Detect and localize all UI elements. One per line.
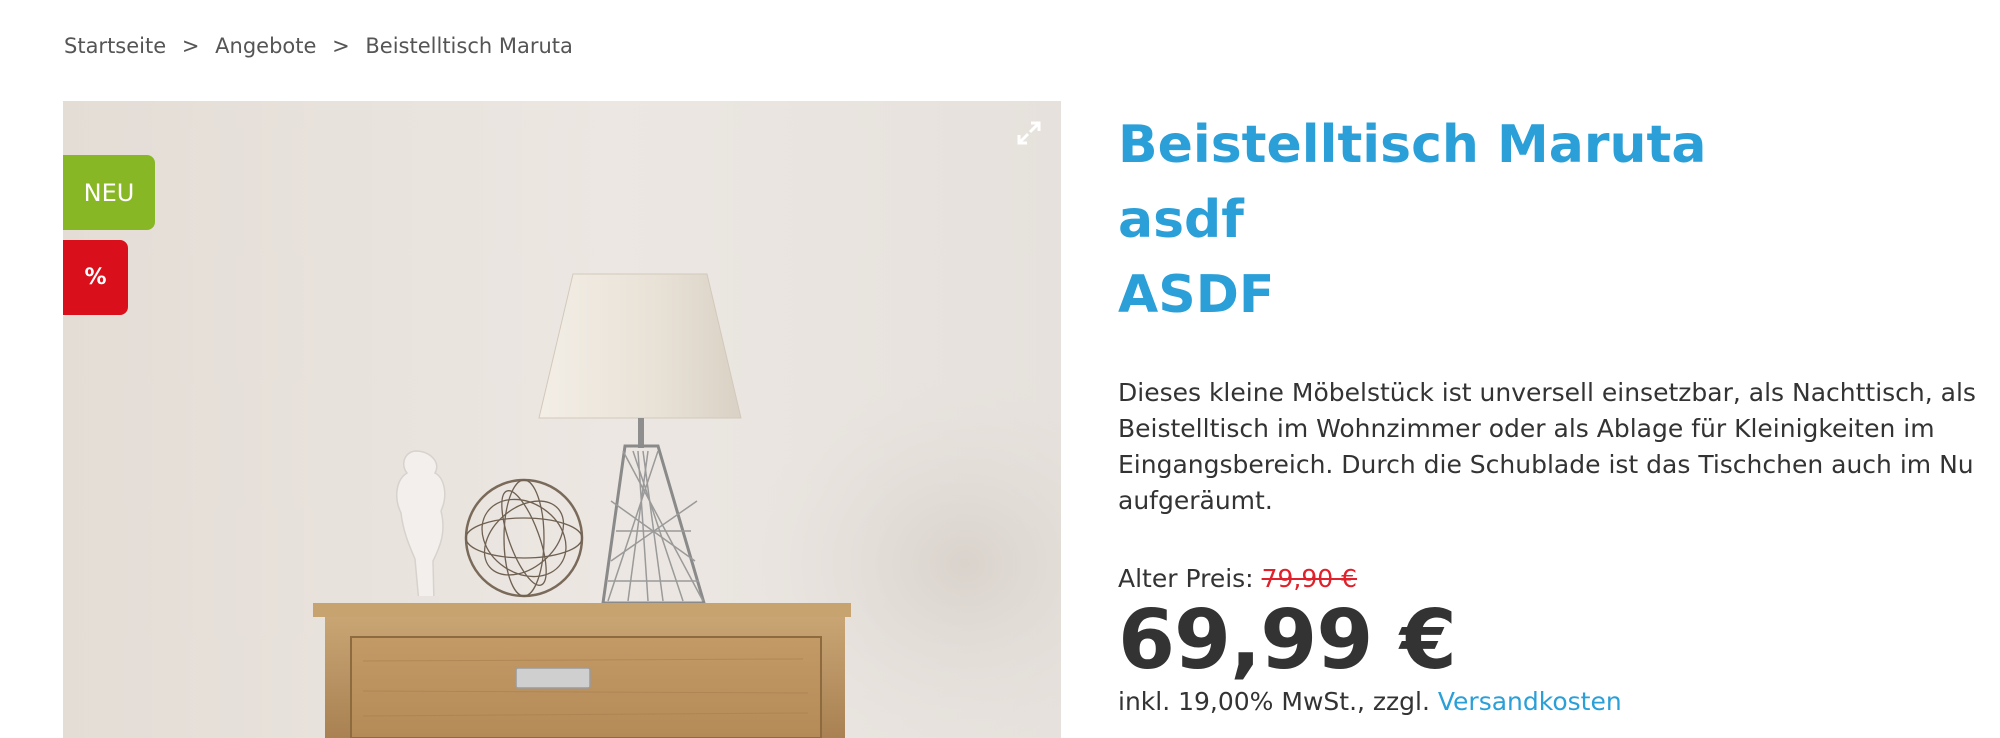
product-photo xyxy=(63,101,1061,738)
old-price-row: Alter Preis: 79,90 € xyxy=(1118,564,2000,593)
current-price: 69,99 € xyxy=(1118,593,1457,688)
tax-info: inkl. 19,00% MwSt., zzgl. Versandkosten xyxy=(1118,687,2000,716)
breadcrumb-home-link[interactable]: Startseite xyxy=(64,34,166,58)
product-image[interactable] xyxy=(63,101,1061,738)
breadcrumb-offers-link[interactable]: Angebote xyxy=(215,34,316,58)
sale-badge: % xyxy=(63,240,128,315)
description-line: Beistelltisch im Wohnzimmer oder als Abl… xyxy=(1118,414,1935,443)
product-info: Beistelltisch Maruta asdf ASDF Dieses kl… xyxy=(1118,108,2000,716)
breadcrumb-separator: > xyxy=(332,34,350,58)
description-line: Dieses kleine Möbelstück ist unversell e… xyxy=(1118,378,1976,407)
tax-text: inkl. 19,00% MwSt., zzgl. xyxy=(1118,687,1430,716)
old-price: 79,90 € xyxy=(1261,564,1358,593)
product-title-line: ASDF xyxy=(1118,265,1275,325)
breadcrumb: Startseite > Angebote > Beistelltisch Ma… xyxy=(64,34,573,58)
expand-icon[interactable] xyxy=(1013,117,1045,149)
shipping-costs-link[interactable]: Versandkosten xyxy=(1438,687,1622,716)
description-line: aufgeräumt. xyxy=(1118,486,1273,515)
product-description: Dieses kleine Möbelstück ist unversell e… xyxy=(1118,375,2000,519)
description-line: Eingangsbereich. Durch die Schublade ist… xyxy=(1118,450,1974,479)
breadcrumb-current: Beistelltisch Maruta xyxy=(365,34,573,58)
product-title-line: Beistelltisch Maruta xyxy=(1118,115,1707,175)
old-price-label: Alter Preis: xyxy=(1118,564,1254,593)
product-title-line: asdf xyxy=(1118,190,1244,250)
product-title: Beistelltisch Maruta asdf ASDF xyxy=(1118,108,2000,333)
breadcrumb-separator: > xyxy=(181,34,200,58)
new-badge: NEU xyxy=(63,155,155,230)
